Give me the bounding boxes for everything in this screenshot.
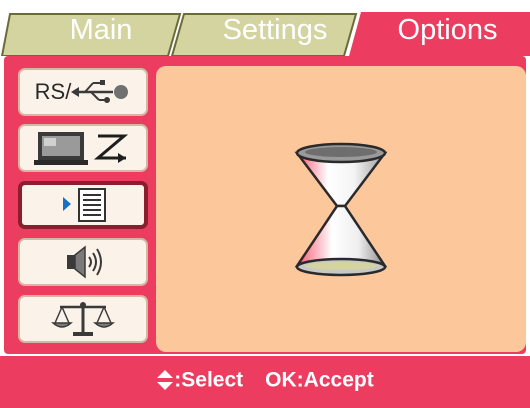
select-hint: :Select [174, 368, 244, 392]
footer-hints: :Select OK:Accept [0, 368, 530, 392]
speaker-icon [67, 245, 102, 279]
tab-options[interactable]: Options [370, 10, 525, 50]
menu-item-sound[interactable] [18, 238, 148, 286]
tab-main[interactable]: Main [36, 10, 166, 50]
menu-item-balance[interactable] [18, 295, 148, 343]
scales-icon [51, 302, 115, 336]
menu-item-rs-usb[interactable]: RS/ [18, 68, 148, 116]
accept-hint: OK:Accept [265, 368, 374, 392]
options-screen: Main Settings Options RS/:Select OK:Acc… [0, 0, 530, 408]
menu-item-display[interactable] [18, 124, 148, 172]
rs-label: RS/ [34, 79, 72, 104]
monitor-tv-icon [34, 132, 129, 165]
tab-settings[interactable]: Settings [200, 10, 350, 50]
footer-bar: :Select OK:Accept [0, 356, 530, 408]
usb-icon [71, 80, 129, 103]
up-down-arrow-icon [157, 370, 174, 391]
menu-item-list[interactable] [18, 181, 148, 229]
list-icon [63, 188, 106, 222]
preview-pane [156, 66, 526, 352]
tab-bar: Main Settings Options [0, 0, 530, 56]
hourglass-icon [294, 142, 388, 277]
